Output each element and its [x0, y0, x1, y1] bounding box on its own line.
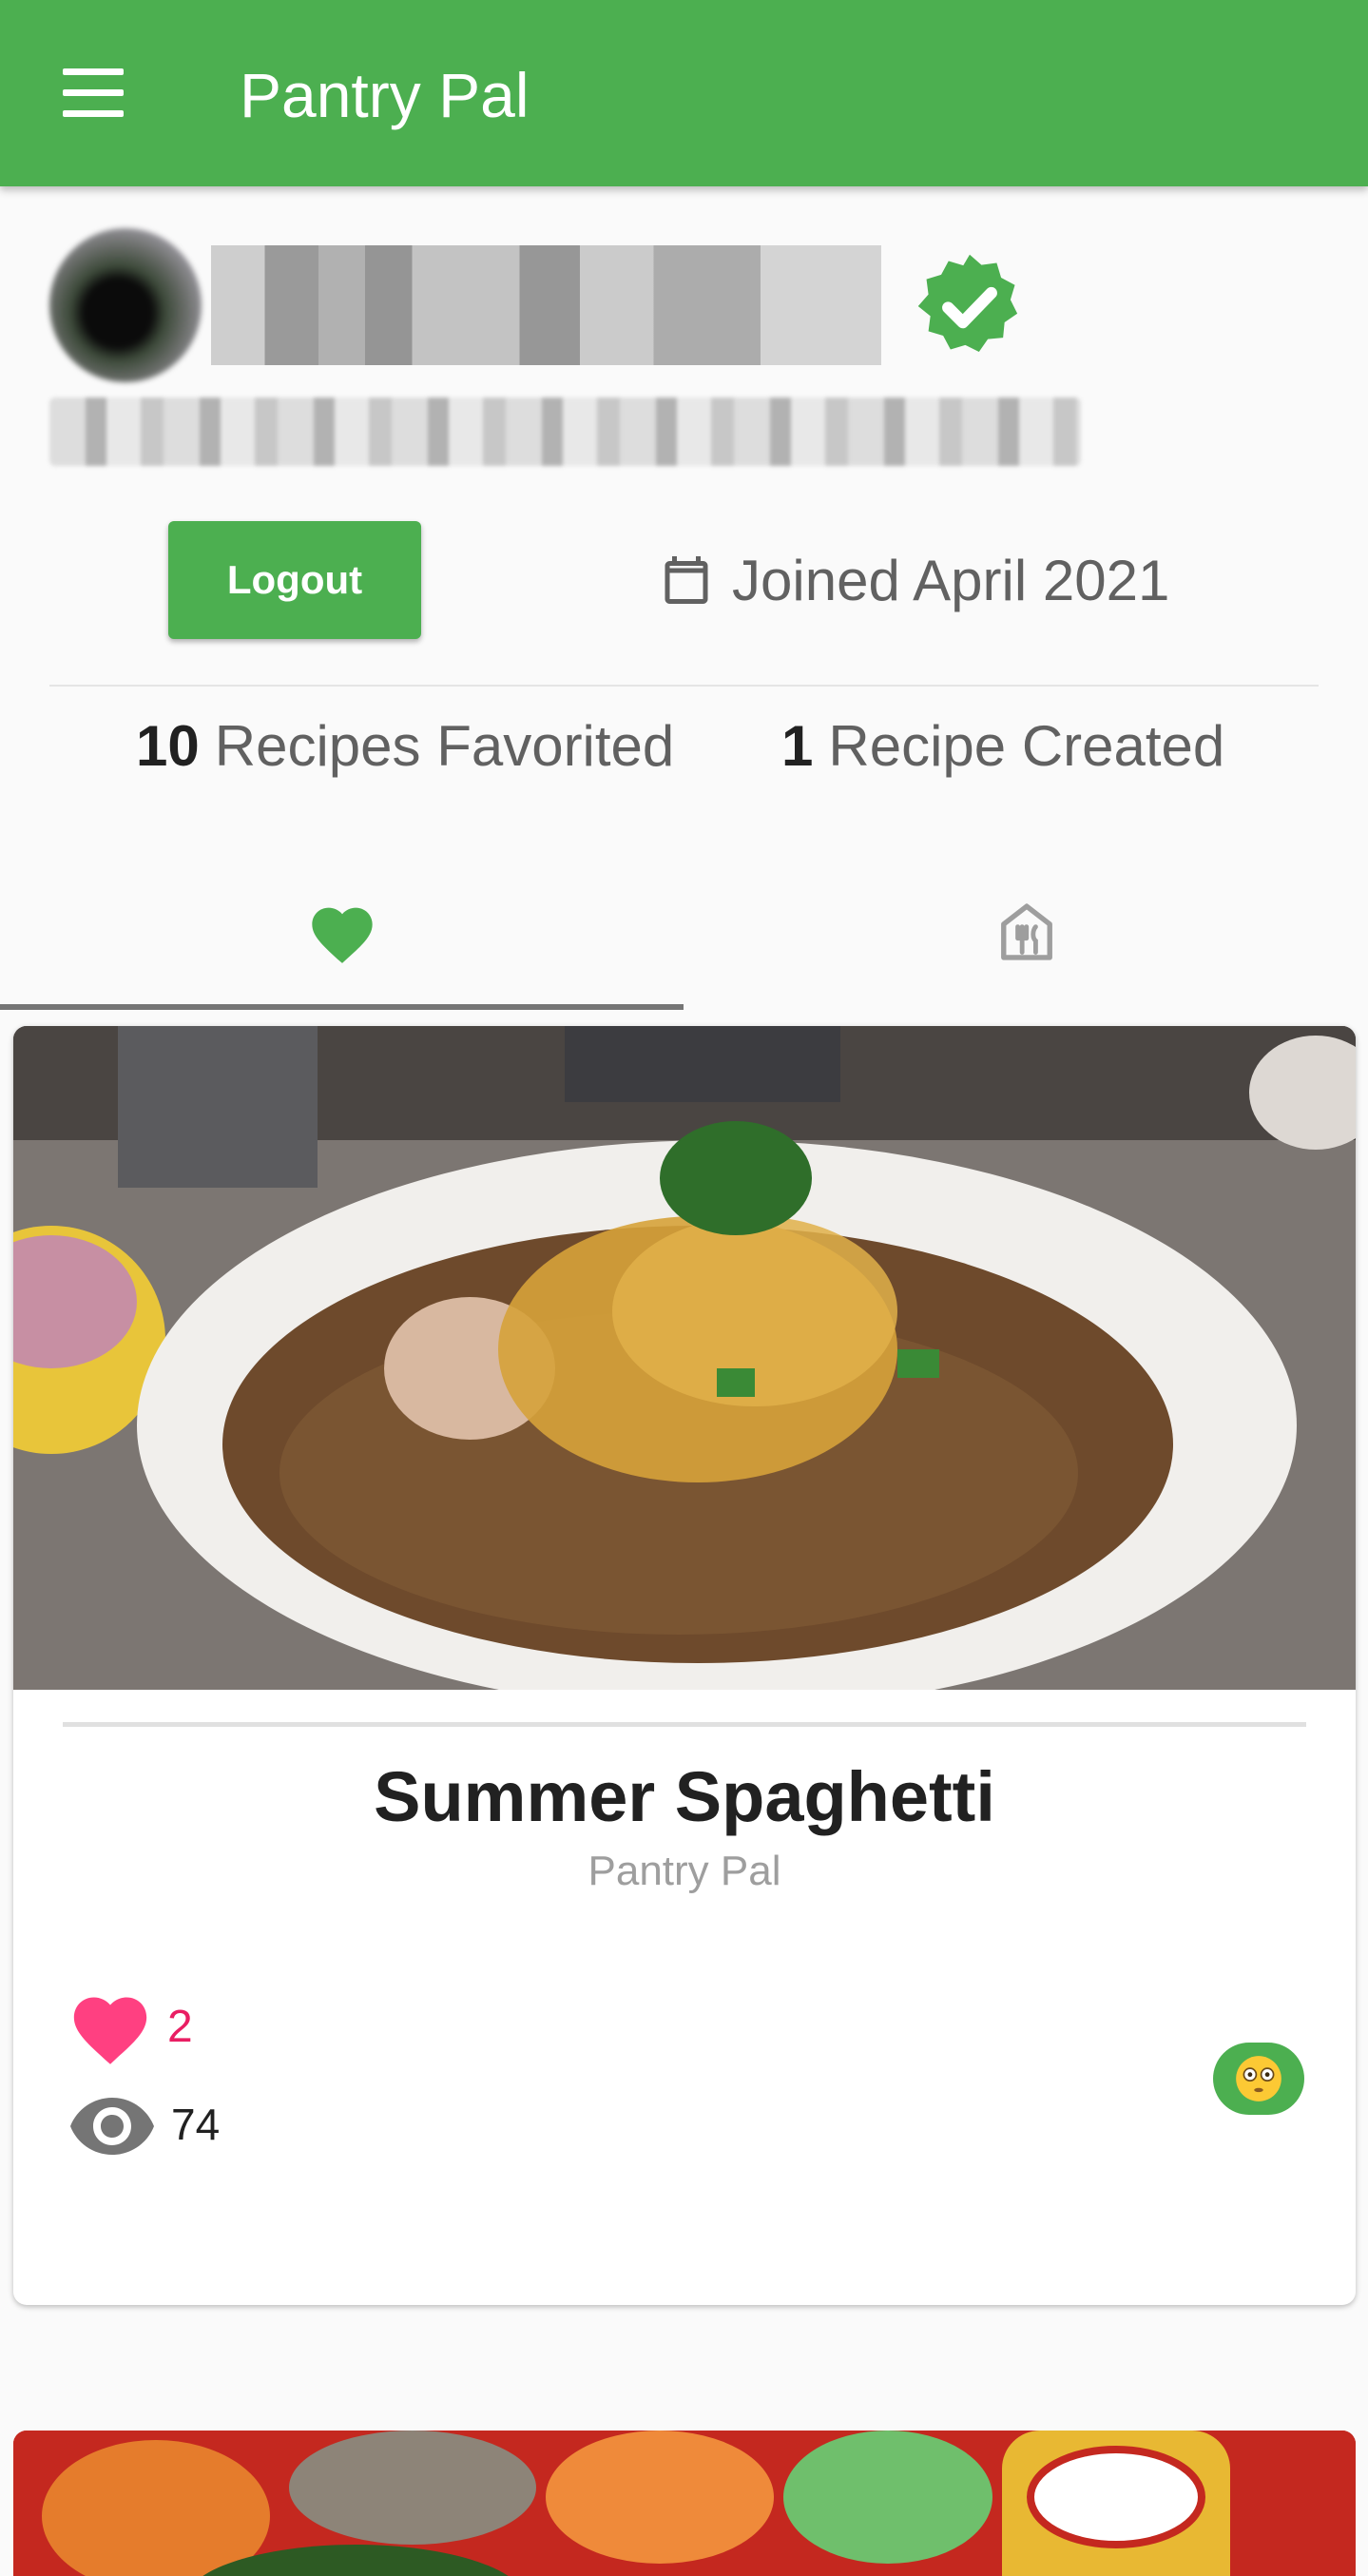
created-count: 1 — [781, 714, 814, 778]
tab-indicator — [0, 1004, 684, 1010]
reaction-badge[interactable] — [1213, 2043, 1304, 2115]
created-label: Recipe Created — [828, 714, 1225, 778]
joined-date: Joined April 2021 — [658, 542, 1169, 618]
divider — [49, 685, 1319, 687]
eye-icon — [70, 2098, 154, 2155]
tab-favorites[interactable] — [0, 856, 684, 1008]
app-bar: Pantry Pal — [0, 0, 1368, 186]
recipe-card-next[interactable] — [13, 2431, 1356, 2576]
avatar — [49, 228, 202, 382]
verified-badge-icon — [917, 254, 1018, 353]
views-value: 74 — [171, 2100, 221, 2149]
likes-value: 2 — [167, 2001, 193, 2052]
flushed-face-icon — [1236, 2056, 1281, 2101]
logout-button[interactable]: Logout — [168, 521, 421, 639]
user-bio-redacted — [49, 397, 1081, 466]
recipe-card[interactable]: Summer Spaghetti Pantry Pal 2 74 — [13, 1026, 1356, 2305]
view-count: 74 — [67, 2093, 220, 2156]
calendar-icon — [665, 556, 708, 604]
recipe-title: Summer Spaghetti — [374, 1757, 995, 1836]
recipe-image — [13, 1026, 1356, 1690]
like-count[interactable]: 2 — [67, 1986, 193, 2066]
menu-icon[interactable] — [48, 57, 139, 129]
restaurant-icon — [1000, 903, 1052, 960]
heart-icon — [73, 1997, 147, 2064]
app-title: Pantry Pal — [240, 60, 530, 130]
favorited-stat: 10 Recipes Favorited — [136, 713, 674, 779]
joined-text: Joined April 2021 — [732, 548, 1170, 612]
food-photo — [13, 2431, 1356, 2576]
user-name-redacted — [211, 245, 881, 365]
created-stat: 1 Recipe Created — [781, 713, 1224, 779]
recipe-author: Pantry Pal — [588, 1848, 781, 1894]
favorited-count: 10 — [136, 714, 200, 778]
food-photo — [13, 1026, 1356, 1690]
heart-icon — [311, 907, 373, 963]
card-divider — [63, 1722, 1306, 1727]
tab-created[interactable] — [684, 856, 1368, 1008]
favorited-label: Recipes Favorited — [214, 714, 675, 778]
